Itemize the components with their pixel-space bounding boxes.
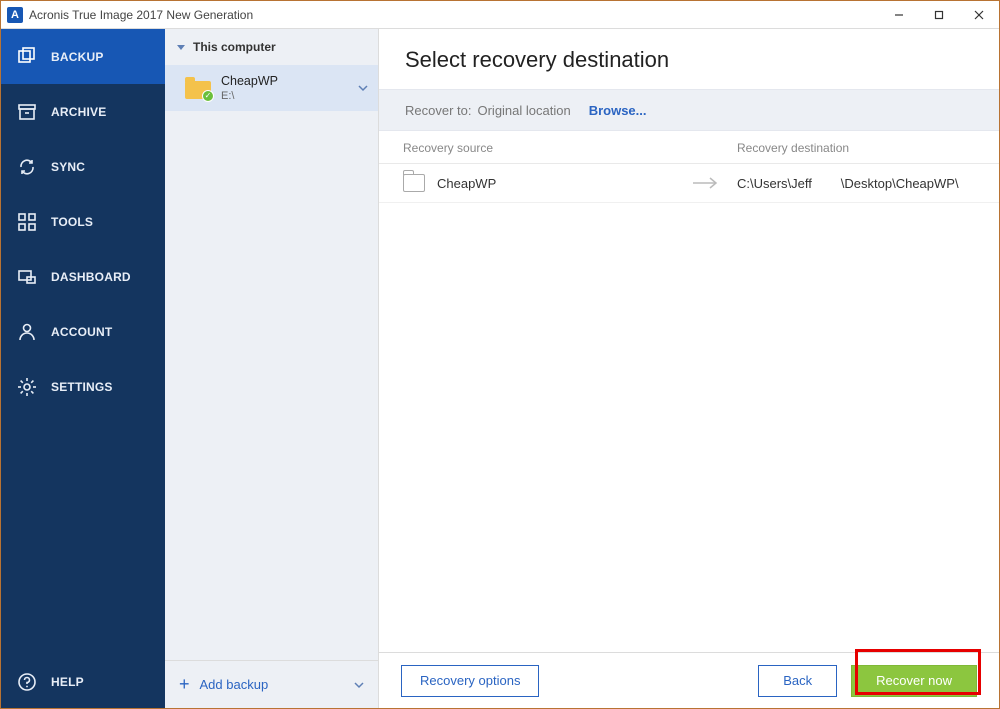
- row-destination-path: C:\Users\Jeff \Desktop\CheapWP\: [737, 176, 975, 191]
- backup-item-name: CheapWP: [221, 73, 358, 89]
- sidebar-item-label: ARCHIVE: [51, 105, 106, 119]
- sidebar-item-dashboard[interactable]: DASHBOARD: [1, 249, 165, 304]
- sidebar-item-label: DASHBOARD: [51, 270, 131, 284]
- sidebar-item-label: TOOLS: [51, 215, 93, 229]
- app-window: A Acronis True Image 2017 New Generation…: [0, 0, 1000, 709]
- maximize-button[interactable]: [919, 1, 959, 29]
- sidebar-item-label: ACCOUNT: [51, 325, 112, 339]
- sidebar-item-label: BACKUP: [51, 50, 104, 64]
- folder-ok-icon: ✓: [185, 77, 211, 99]
- backup-item-labels: CheapWP E:\: [221, 73, 358, 104]
- sidebar-item-label: HELP: [51, 675, 84, 689]
- sidebar-spacer: [1, 414, 165, 656]
- col-recovery-source: Recovery source: [403, 141, 675, 155]
- page-title: Select recovery destination: [379, 29, 999, 89]
- arrow-right-icon: [675, 177, 737, 189]
- back-button[interactable]: Back: [758, 665, 837, 697]
- dashboard-icon: [17, 267, 37, 287]
- backup-group-header[interactable]: This computer: [165, 29, 378, 65]
- sidebar-item-help[interactable]: HELP: [1, 656, 165, 708]
- chevron-down-icon[interactable]: [354, 680, 364, 690]
- add-backup-label: Add backup: [200, 677, 354, 692]
- folder-outline-icon: [403, 174, 425, 192]
- browse-link[interactable]: Browse...: [589, 103, 647, 118]
- caret-down-icon: [177, 43, 185, 51]
- sidebar-item-account[interactable]: ACCOUNT: [1, 304, 165, 359]
- sync-icon: [17, 157, 37, 177]
- backup-item-subtitle: E:\: [221, 89, 358, 103]
- window-controls: [879, 1, 999, 29]
- main-spacer: [379, 203, 999, 652]
- main-footer: Recovery options Back Recover now: [379, 652, 999, 708]
- help-icon: [17, 672, 37, 692]
- recover-to-label: Recover to:: [405, 103, 471, 118]
- sidebar: BACKUP ARCHIVE SYNC TOOLS: [1, 29, 165, 708]
- backup-item-cheapwp[interactable]: ✓ CheapWP E:\: [165, 65, 378, 111]
- add-backup-button[interactable]: + Add backup: [165, 660, 378, 708]
- sidebar-item-archive[interactable]: ARCHIVE: [1, 84, 165, 139]
- recover-to-value: Original location: [477, 103, 570, 118]
- plus-icon: +: [179, 674, 190, 695]
- table-row[interactable]: CheapWP C:\Users\Jeff \Desktop\CheapWP\: [379, 164, 999, 203]
- recover-to-bar: Recover to: Original location Browse...: [379, 89, 999, 131]
- sidebar-item-label: SETTINGS: [51, 380, 113, 394]
- backup-list-panel: This computer ✓ CheapWP E:\ +: [165, 29, 379, 708]
- table-header: Recovery source Recovery destination: [379, 131, 999, 164]
- sidebar-item-backup[interactable]: BACKUP: [1, 29, 165, 84]
- backup-icon: [17, 47, 37, 67]
- body: BACKUP ARCHIVE SYNC TOOLS: [1, 29, 999, 708]
- account-icon: [17, 322, 37, 342]
- app-icon: A: [7, 7, 23, 23]
- minimize-button[interactable]: [879, 1, 919, 29]
- chevron-down-icon[interactable]: [358, 83, 368, 93]
- main-panel: Select recovery destination Recover to: …: [379, 29, 999, 708]
- window-title: Acronis True Image 2017 New Generation: [29, 8, 879, 22]
- row-source: CheapWP: [403, 174, 675, 192]
- titlebar: A Acronis True Image 2017 New Generation: [1, 1, 999, 29]
- backup-list-spacer: [165, 111, 378, 660]
- backup-group-label: This computer: [193, 40, 276, 54]
- recovery-options-button[interactable]: Recovery options: [401, 665, 539, 697]
- gear-icon: [17, 377, 37, 397]
- close-button[interactable]: [959, 1, 999, 29]
- recover-now-button[interactable]: Recover now: [851, 665, 977, 697]
- col-recovery-destination: Recovery destination: [737, 141, 975, 155]
- sidebar-item-sync[interactable]: SYNC: [1, 139, 165, 194]
- row-source-name: CheapWP: [437, 176, 496, 191]
- sidebar-item-tools[interactable]: TOOLS: [1, 194, 165, 249]
- tools-icon: [17, 212, 37, 232]
- archive-icon: [17, 102, 37, 122]
- sidebar-item-settings[interactable]: SETTINGS: [1, 359, 165, 414]
- sidebar-item-label: SYNC: [51, 160, 85, 174]
